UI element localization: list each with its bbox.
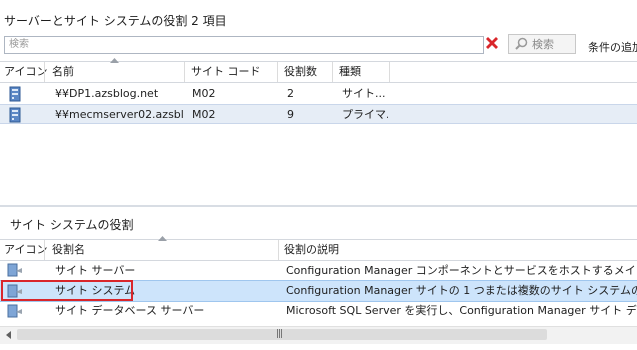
row-site-code: M02 — [192, 87, 216, 100]
add-criteria-link[interactable]: 条件の追加 — [588, 39, 637, 55]
row-roles: 9 — [287, 108, 294, 121]
divider — [0, 61, 637, 62]
column-divider — [44, 62, 45, 82]
role-icon — [7, 304, 22, 318]
magnifier-icon — [515, 37, 528, 50]
table-row[interactable]: ¥¥mecmserver02.azsblo... M02 9 プライマ... — [0, 104, 637, 124]
row-type: サイト... — [342, 87, 386, 100]
column-divider — [44, 240, 45, 260]
panel-splitter[interactable] — [0, 205, 637, 207]
row-name: ¥¥DP1.azsblog.net — [55, 87, 159, 100]
column-header-role-name[interactable]: 役割名 — [52, 240, 85, 260]
divider — [0, 82, 637, 83]
role-name: サイト データベース サーバー — [55, 304, 205, 317]
search-input[interactable]: 検索 — [4, 36, 484, 54]
highlight-box — [1, 280, 133, 301]
search-button[interactable]: 検索 — [508, 34, 576, 54]
search-button-label: 検索 — [532, 38, 554, 51]
role-description: Configuration Manager コンポーネントとサービスをホストする… — [286, 264, 637, 277]
row-roles: 2 — [287, 87, 294, 100]
row-type: プライマ... — [342, 108, 388, 121]
row-name: ¥¥mecmserver02.azsblo... — [55, 108, 183, 121]
panel-title: サーバーとサイト システムの役割 2 項目 — [4, 14, 227, 28]
column-header-icon[interactable]: アイコン — [4, 240, 47, 260]
section-title: サイト システムの役割 — [10, 218, 134, 232]
sort-ascending-icon — [110, 58, 119, 63]
column-header-roles[interactable]: 役割数 — [284, 62, 317, 82]
table-row[interactable]: ¥¥DP1.azsblog.net M02 2 サイト... — [0, 84, 637, 104]
scrollbar-grip: ||| — [276, 329, 283, 339]
scroll-left-icon[interactable] — [2, 328, 16, 342]
close-icon — [486, 37, 498, 49]
column-header-role-description[interactable]: 役割の説明 — [284, 240, 339, 260]
role-icon — [7, 263, 22, 277]
role-description: Microsoft SQL Server を実行し、Configuration … — [286, 304, 637, 317]
row-site-code: M02 — [192, 108, 216, 121]
sort-ascending-icon — [158, 236, 167, 241]
column-divider — [278, 240, 279, 260]
table-row[interactable]: サイト データベース サーバー Microsoft SQL Server を実行… — [0, 302, 637, 324]
column-divider — [184, 62, 185, 82]
role-name: サイト サーバー — [55, 264, 136, 277]
column-header-icon[interactable]: アイコン — [4, 62, 47, 82]
column-header-type[interactable]: 種類 — [339, 62, 361, 82]
column-header-name[interactable]: 名前 — [52, 62, 74, 82]
column-divider — [332, 62, 333, 82]
column-divider — [389, 62, 390, 82]
clear-search-button[interactable] — [483, 35, 501, 53]
server-icon — [9, 107, 21, 123]
role-description: Configuration Manager サイトの 1 つまたは複数のサイト … — [286, 284, 637, 297]
table-row[interactable]: サイト サーバー Configuration Manager コンポーネントとサ… — [0, 260, 637, 282]
column-header-site-code[interactable]: サイト コード — [191, 62, 261, 82]
column-divider — [277, 62, 278, 82]
server-icon — [9, 86, 21, 102]
